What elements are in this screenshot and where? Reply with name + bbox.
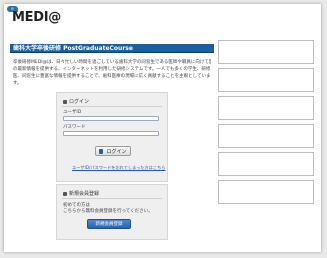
sidebar-banner[interactable] [218,40,314,64]
register-heading: 新規会員登録 [63,190,99,197]
login-icon [63,99,67,104]
register-heading-label: 新規会員登録 [69,191,100,197]
intro-text: 卒後研修MEDI@は、日々忙しい時間を過ごしている歯科大学の同窓生である医師や職… [13,59,211,87]
login-panel: ログイン ユーザID パスワード ログイン ユーザID/パスワードを忘れてしまっ… [56,92,168,182]
user-id-label: ユーザID [63,110,82,115]
register-text-line: こちらから無料会員登録を行ってください。 [63,209,153,214]
intro-line: 医、同窓生に豊富な情報を提供することで、歯科医療の現場に広く貢献することを主眼と… [13,74,211,79]
sidebar-banner[interactable] [218,124,314,148]
login-heading: ログイン [63,98,89,105]
page-frame: e MEDI@ 歯科大学卒後研修 PostGraduateCourse 卒後研修… [4,4,321,252]
sidebar-banner[interactable] [218,152,314,176]
register-icon [63,191,67,196]
password-input[interactable] [63,131,159,136]
register-panel: 新規会員登録 初めての方は こちらから無料会員登録を行ってください。 新規会員登… [56,184,168,240]
login-heading-label: ログイン [69,99,90,105]
intro-line: す。 [13,81,22,86]
sidebar-banner[interactable] [218,68,314,92]
sidebar-banner[interactable] [218,180,314,204]
login-button[interactable]: ログイン [95,146,131,156]
site-header: e MEDI@ [4,4,321,31]
password-label: パスワード [63,125,86,130]
intro-line: 卒後研修MEDI@は、日々忙しい時間を過ごしている歯科大学の同窓生である医師や職… [13,60,211,65]
login-button-label: ログイン [106,148,127,155]
sidebar-banner[interactable] [218,96,314,120]
register-button[interactable]: 新規会員登録 [87,219,131,229]
key-icon [99,148,104,154]
forgot-password-link[interactable]: ユーザID/パスワードを忘れてしまった方はこちら [72,165,165,171]
site-logo[interactable]: MEDI@ [12,10,61,25]
user-id-input[interactable] [63,116,159,121]
page-title: 歯科大学卒後研修 PostGraduateCourse [10,44,214,53]
divider [62,198,162,199]
divider [62,106,162,107]
intro-line: の最新情報を提供する、インターネットを利用した研修システムです。一人でも多くの学… [13,67,211,72]
